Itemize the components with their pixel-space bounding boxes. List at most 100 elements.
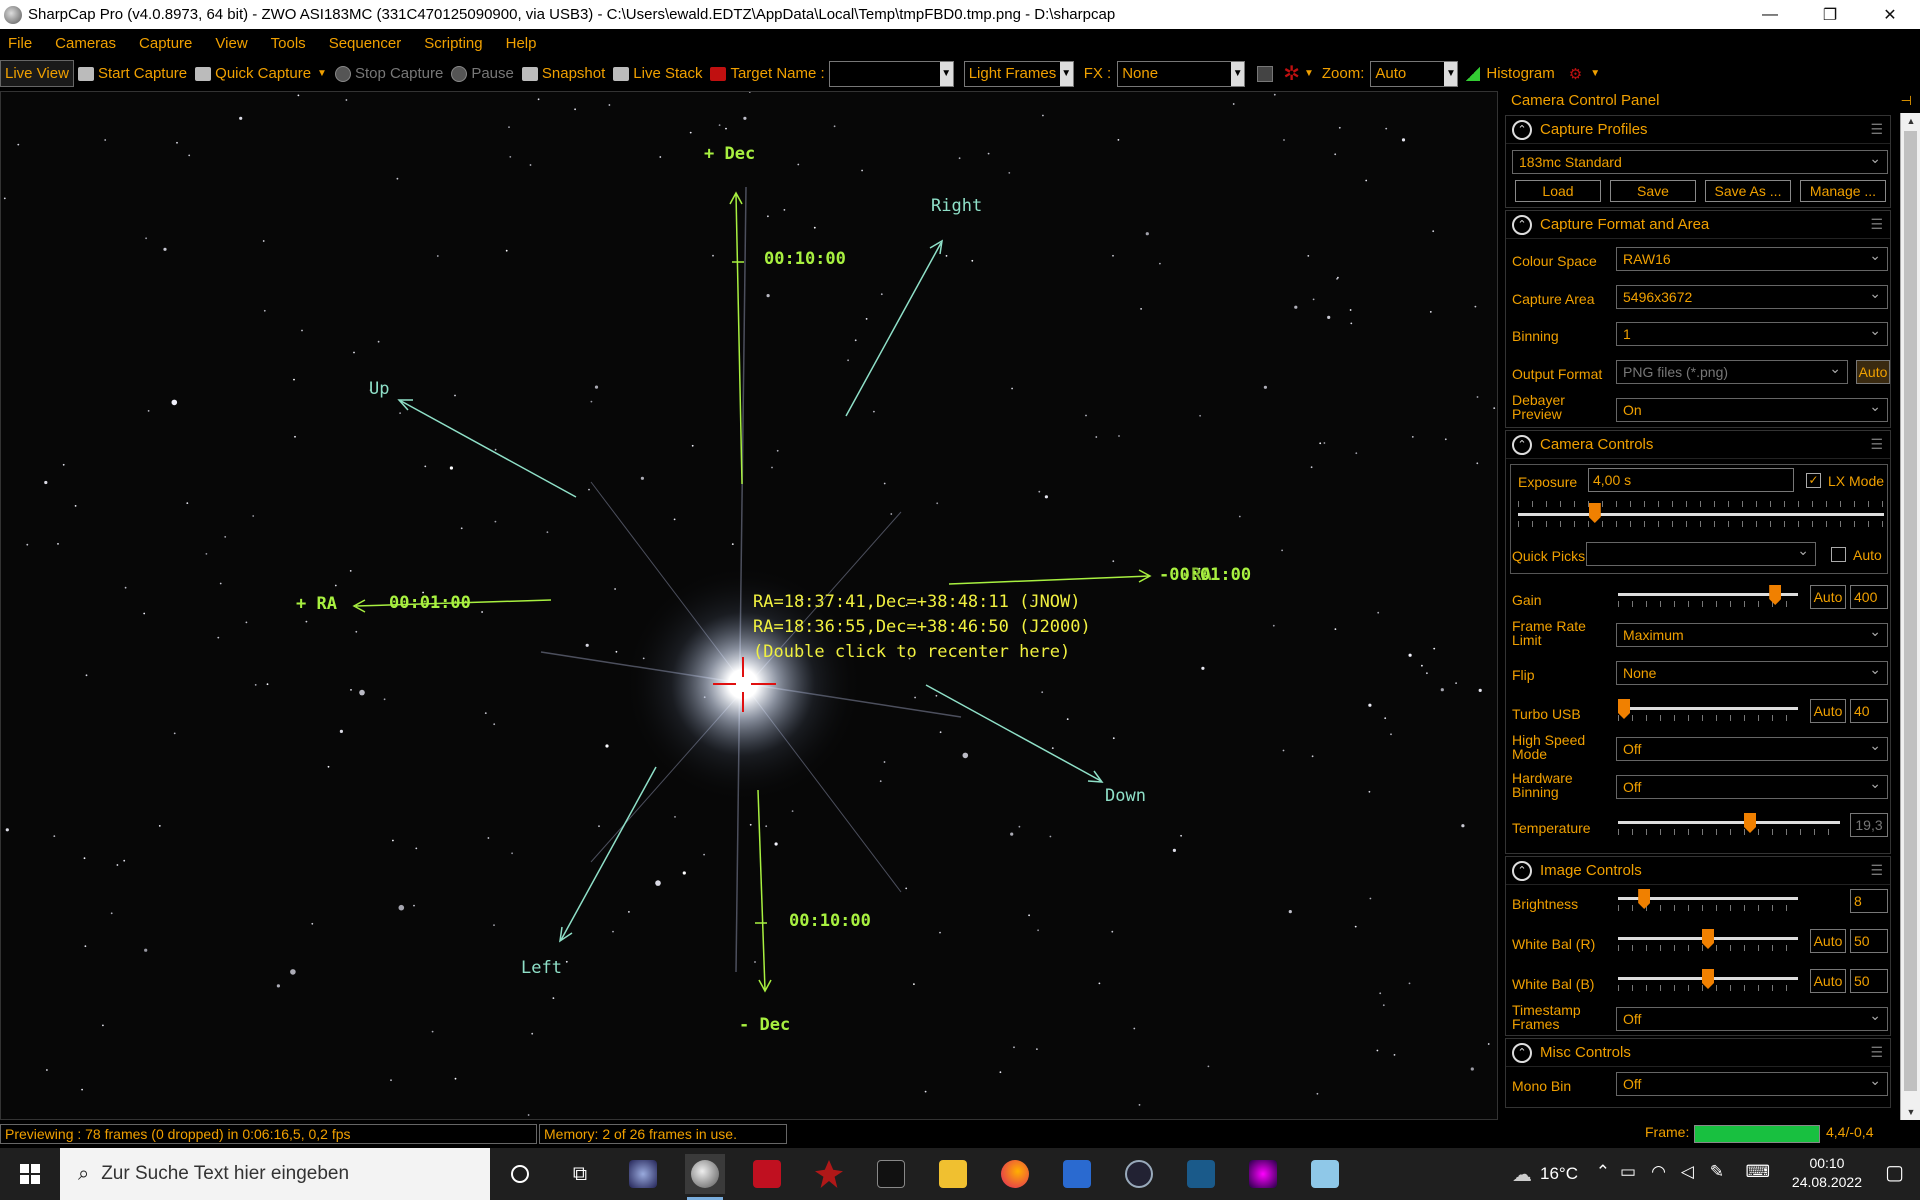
scrollbar-thumb[interactable] xyxy=(1904,131,1917,1091)
task-view-icon[interactable]: ⧉ xyxy=(560,1154,600,1194)
debayer-preview-select[interactable]: On xyxy=(1616,395,1888,422)
gain-auto-button[interactable]: Auto xyxy=(1810,585,1846,609)
menu-file[interactable]: File xyxy=(8,35,32,52)
image-controls-header[interactable]: ⌃ Image Controls ☰ xyxy=(1506,857,1890,885)
gain-input[interactable]: 400 xyxy=(1850,585,1888,609)
crosshair-icon[interactable]: ✲ xyxy=(1283,61,1300,86)
restore-button[interactable]: ❐ xyxy=(1800,0,1860,29)
turbo-auto-button[interactable]: Auto xyxy=(1810,699,1846,723)
save-profile-button[interactable]: Save xyxy=(1610,180,1696,202)
collapse-icon[interactable]: ⌃ xyxy=(1512,860,1532,881)
collapse-icon[interactable]: ⌃ xyxy=(1512,434,1532,455)
menu-icon[interactable]: ☰ xyxy=(1870,121,1883,138)
file-explorer-icon[interactable] xyxy=(933,1154,973,1194)
frame-type-select[interactable]: Light Frames ▼ xyxy=(963,60,1074,87)
exposure-slider[interactable] xyxy=(1518,501,1884,527)
chevron-up-icon[interactable]: ⌃ xyxy=(1596,1162,1610,1182)
stop-capture-button[interactable]: Stop Capture xyxy=(331,60,447,87)
zoom-select[interactable]: Auto ▼ xyxy=(1370,60,1459,87)
chevron-down-icon[interactable]: ▼ xyxy=(1444,61,1458,86)
mono-bin-select[interactable]: Off xyxy=(1616,1069,1888,1096)
vpn-app-icon[interactable] xyxy=(1119,1154,1159,1194)
focus-app-icon[interactable] xyxy=(1181,1154,1221,1194)
quick-capture-button[interactable]: Quick Capture ▼ xyxy=(191,60,331,87)
capture-area-select[interactable]: 5496x3672 xyxy=(1616,282,1888,309)
calculator-icon[interactable] xyxy=(1057,1154,1097,1194)
notepad-app-icon[interactable] xyxy=(1305,1154,1345,1194)
turbo-usb-slider[interactable] xyxy=(1618,699,1798,725)
start-button[interactable] xyxy=(0,1148,60,1200)
scroll-up-icon[interactable]: ▲ xyxy=(1901,113,1920,129)
asi-app-icon[interactable] xyxy=(747,1154,787,1194)
white-bal-b-auto-button[interactable]: Auto xyxy=(1810,969,1846,993)
start-capture-button[interactable]: Start Capture xyxy=(74,60,191,87)
frame-rate-limit-select[interactable]: Maximum xyxy=(1616,620,1888,647)
quick-auto-checkbox[interactable] xyxy=(1831,547,1846,562)
volume-icon[interactable]: ◁ xyxy=(1681,1162,1694,1182)
fx-select[interactable]: None ▼ xyxy=(1117,60,1246,87)
chevron-down-icon[interactable]: ▼ xyxy=(1304,68,1314,79)
taskbar-search-box[interactable]: ⌕ Zur Suche Text hier eingeben xyxy=(60,1148,490,1200)
menu-view[interactable]: View xyxy=(215,35,247,52)
terminal-app-icon[interactable] xyxy=(871,1154,911,1194)
chevron-down-icon[interactable]: ▼ xyxy=(939,61,953,86)
hardware-binning-select[interactable]: Off xyxy=(1616,772,1888,799)
pin-icon[interactable]: ⊣ xyxy=(1901,93,1912,109)
astro-app-icon[interactable] xyxy=(1243,1154,1283,1194)
lx-mode-checkbox[interactable]: ✓ xyxy=(1806,473,1821,488)
chevron-down-icon[interactable]: ▼ xyxy=(1059,61,1073,86)
save-as-profile-button[interactable]: Save As ... xyxy=(1705,180,1791,202)
white-bal-r-input[interactable]: 50 xyxy=(1850,929,1888,953)
menu-icon[interactable]: ☰ xyxy=(1870,862,1883,879)
timestamp-frames-select[interactable]: Off xyxy=(1616,1004,1888,1031)
misc-controls-header[interactable]: ⌃ Misc Controls ☰ xyxy=(1506,1039,1890,1067)
panel-scrollbar[interactable]: ▲ ▼ xyxy=(1900,113,1920,1120)
collapse-icon[interactable]: ⌃ xyxy=(1512,1042,1532,1063)
collapse-icon[interactable]: ⌃ xyxy=(1512,214,1532,235)
histogram-button[interactable]: Histogram xyxy=(1486,65,1554,82)
camera-controls-header[interactable]: ⌃ Camera Controls ☰ xyxy=(1506,431,1890,459)
white-bal-b-slider[interactable] xyxy=(1618,969,1798,995)
close-button[interactable]: ✕ xyxy=(1860,0,1920,29)
cortana-icon[interactable] xyxy=(500,1154,540,1194)
sharpcap-taskbar-icon[interactable] xyxy=(685,1154,725,1200)
menu-capture[interactable]: Capture xyxy=(139,35,192,52)
turbo-input[interactable]: 40 xyxy=(1850,699,1888,723)
phd2-app-icon[interactable] xyxy=(809,1154,849,1194)
target-name-combo[interactable]: ▼ xyxy=(828,60,954,87)
stellarium-app-icon[interactable] xyxy=(623,1154,663,1194)
tools-icon[interactable]: ⚙ xyxy=(1569,65,1582,83)
wifi-icon[interactable]: ◠ xyxy=(1651,1162,1666,1182)
output-auto-button[interactable]: Auto xyxy=(1856,360,1890,384)
menu-icon[interactable]: ☰ xyxy=(1870,1044,1883,1061)
chevron-down-icon[interactable]: ▼ xyxy=(1231,61,1245,86)
menu-tools[interactable]: Tools xyxy=(271,35,306,52)
pen-icon[interactable]: ✎ xyxy=(1710,1162,1724,1182)
capture-profiles-header[interactable]: ⌃ Capture Profiles ☰ xyxy=(1506,116,1890,144)
exposure-slider-knob[interactable] xyxy=(1588,503,1601,523)
high-speed-mode-select[interactable]: Off xyxy=(1616,734,1888,761)
image-preview[interactable]: + Dec 00:10:00 Right Up + RA 00:01:00 -0… xyxy=(0,91,1498,1120)
exposure-input[interactable]: 4,00 s xyxy=(1588,468,1794,492)
reticle-icon[interactable] xyxy=(1257,65,1274,82)
load-profile-button[interactable]: Load xyxy=(1515,180,1601,202)
battery-icon[interactable]: ▭ xyxy=(1620,1162,1636,1182)
colour-space-select[interactable]: RAW16 xyxy=(1616,244,1888,271)
collapse-icon[interactable]: ⌃ xyxy=(1512,119,1532,140)
gain-slider[interactable] xyxy=(1618,585,1798,611)
white-bal-r-auto-button[interactable]: Auto xyxy=(1810,929,1846,953)
menu-icon[interactable]: ☰ xyxy=(1870,216,1883,233)
taskbar-clock[interactable]: 00:10 24.08.2022 xyxy=(1792,1154,1862,1192)
pause-button[interactable]: Pause xyxy=(447,60,518,87)
menu-icon[interactable]: ☰ xyxy=(1870,436,1883,453)
output-format-select[interactable]: PNG files (*.png) xyxy=(1616,357,1848,384)
live-view-button[interactable]: Live View xyxy=(0,60,74,87)
brightness-input[interactable]: 8 xyxy=(1850,889,1888,913)
live-stack-button[interactable]: Live Stack xyxy=(609,60,706,87)
capture-format-header[interactable]: ⌃ Capture Format and Area ☰ xyxy=(1506,211,1890,239)
menu-scripting[interactable]: Scripting xyxy=(424,35,482,52)
minimize-button[interactable]: — xyxy=(1740,0,1800,29)
menu-cameras[interactable]: Cameras xyxy=(55,35,116,52)
brightness-slider[interactable] xyxy=(1618,889,1798,915)
scroll-down-icon[interactable]: ▼ xyxy=(1901,1104,1920,1120)
